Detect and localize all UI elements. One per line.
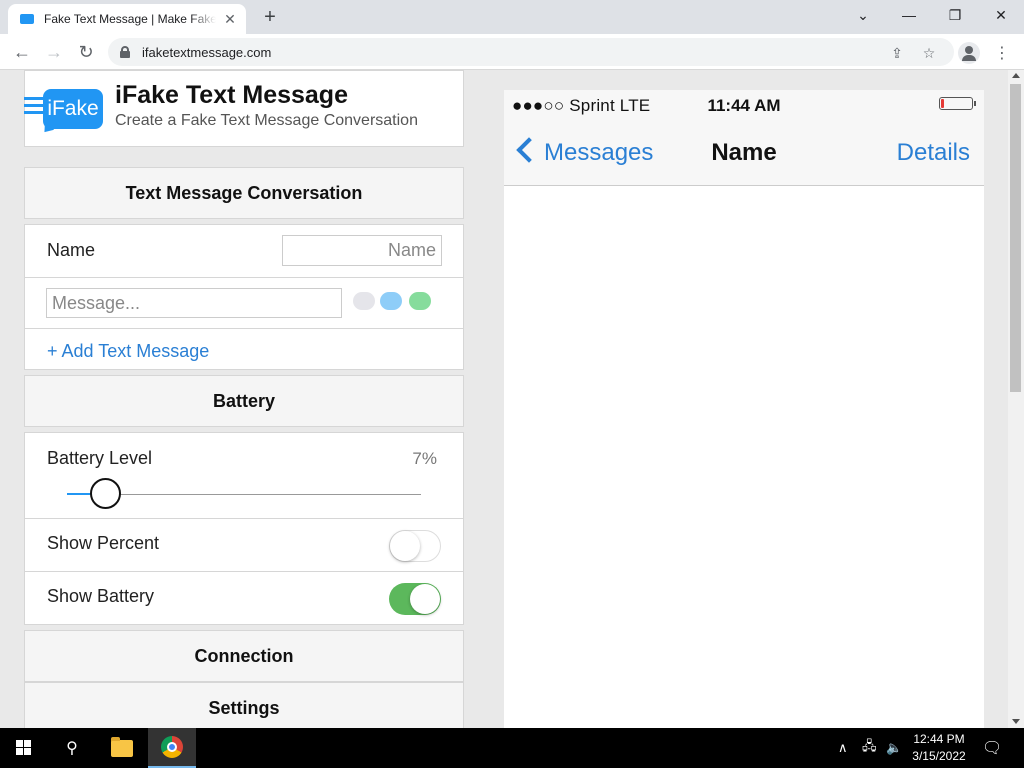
tab-title: Fake Text Message | Make Fake Text Messa… (44, 12, 216, 26)
tab-close-icon[interactable]: ✕ (222, 11, 238, 27)
scroll-down-icon[interactable] (1012, 719, 1020, 724)
battery-level-row: Battery Level 7% (24, 432, 464, 519)
search-icon[interactable]: ⚲ (48, 728, 96, 768)
phone-nav-bar: Messages Name Details (504, 120, 984, 186)
gray-bubble-icon[interactable] (353, 292, 375, 310)
file-explorer-icon[interactable] (98, 728, 146, 768)
toggle-knob (390, 531, 420, 561)
show-percent-row: Show Percent (24, 519, 464, 572)
page-scrollbar[interactable] (1008, 70, 1024, 728)
restore-button[interactable]: ❐ (932, 0, 978, 30)
message-input[interactable]: Message... (46, 288, 342, 318)
name-row: Name Name (24, 224, 464, 278)
battery-level-label: Battery Level (47, 448, 153, 468)
phone-battery-icon (939, 97, 976, 110)
add-message-row: + Add Text Message (24, 329, 464, 370)
address-bar[interactable]: ifaketextmessage.com ⇪ ☆ (108, 38, 954, 66)
windows-taskbar: ⚲ ∧ 🖧 🔈 12:44 PM 3/15/2022 🗨 (0, 728, 1024, 768)
battery-percent-value: 7% (412, 449, 437, 468)
network-icon[interactable]: 🖧 (862, 728, 877, 768)
bookmark-star-icon[interactable]: ☆ (920, 44, 938, 62)
notifications-icon[interactable]: 🗨 (982, 728, 1002, 768)
show-battery-row: Show Battery (24, 572, 464, 625)
volume-icon[interactable]: 🔈 (886, 728, 902, 768)
browser-tab[interactable]: Fake Text Message | Make Fake Text Messa… (8, 4, 246, 34)
phone-status-bar: ●●●○○ Sprint LTE 11:44 AM (504, 90, 984, 120)
name-label: Name (47, 240, 96, 260)
blue-bubble-icon[interactable] (380, 292, 402, 310)
page-viewport: iFake iFake Text Message Create a Fake T… (0, 70, 1008, 728)
reload-icon[interactable]: ↻ (72, 38, 100, 66)
battery-slider-handle[interactable] (90, 478, 122, 509)
phone-preview: ●●●○○ Sprint LTE 11:44 AM Messages Name … (504, 90, 984, 728)
show-percent-toggle[interactable] (389, 530, 441, 562)
ifake-logo[interactable]: iFake (43, 89, 103, 129)
browser-titlebar: Fake Text Message | Make Fake Text Messa… (0, 0, 1024, 34)
hamburger-menu-icon[interactable] (24, 97, 48, 115)
site-header: iFake iFake Text Message Create a Fake T… (24, 70, 464, 147)
conversation-section-header[interactable]: Text Message Conversation (24, 167, 464, 219)
show-battery-label: Show Battery (47, 586, 155, 606)
browser-toolbar: ← → ↻ ifaketextmessage.com ⇪ ☆ (0, 34, 1024, 70)
taskbar-date: 3/15/2022 (912, 749, 966, 763)
close-window-button[interactable]: ✕ (978, 0, 1024, 30)
back-arrow-icon[interactable]: ← (8, 38, 36, 66)
details-link: Details (896, 139, 970, 166)
taskbar-time: 12:44 PM (913, 732, 965, 746)
forward-arrow-icon[interactable]: → (40, 38, 68, 66)
settings-section-header[interactable]: Settings (24, 682, 464, 728)
site-favicon-icon (20, 14, 34, 24)
green-bubble-icon[interactable] (409, 292, 431, 310)
profile-avatar-icon[interactable] (958, 42, 980, 64)
new-tab-button[interactable]: + (258, 6, 282, 28)
show-battery-toggle[interactable] (389, 583, 441, 615)
site-title: iFake Text Message (115, 81, 348, 109)
url-text[interactable]: ifaketextmessage.com (142, 45, 271, 60)
windows-start-icon[interactable] (0, 728, 48, 768)
tray-chevron-icon[interactable]: ∧ (838, 728, 848, 768)
scroll-up-icon[interactable] (1012, 73, 1020, 78)
lock-icon[interactable] (120, 46, 130, 58)
chrome-taskbar-icon[interactable] (148, 728, 196, 768)
show-percent-label: Show Percent (47, 533, 160, 553)
taskbar-clock[interactable]: 12:44 PM 3/15/2022 (904, 731, 974, 765)
share-icon[interactable]: ⇪ (888, 44, 906, 62)
scroll-thumb[interactable] (1010, 84, 1021, 392)
browser-menu-icon[interactable]: ⋮ (994, 42, 1010, 64)
battery-section-header[interactable]: Battery (24, 375, 464, 427)
site-subtitle: Create a Fake Text Message Conversation (115, 112, 418, 129)
connection-section-header[interactable]: Connection (24, 630, 464, 682)
phone-time: 11:44 AM (707, 96, 781, 115)
tab-search-icon[interactable]: ⌄ (840, 0, 886, 30)
message-row: Message... (24, 278, 464, 329)
add-text-message-link[interactable]: + Add Text Message (47, 341, 209, 362)
toggle-knob (410, 584, 440, 614)
minimize-button[interactable]: — (886, 0, 932, 30)
name-input[interactable]: Name (282, 235, 442, 266)
